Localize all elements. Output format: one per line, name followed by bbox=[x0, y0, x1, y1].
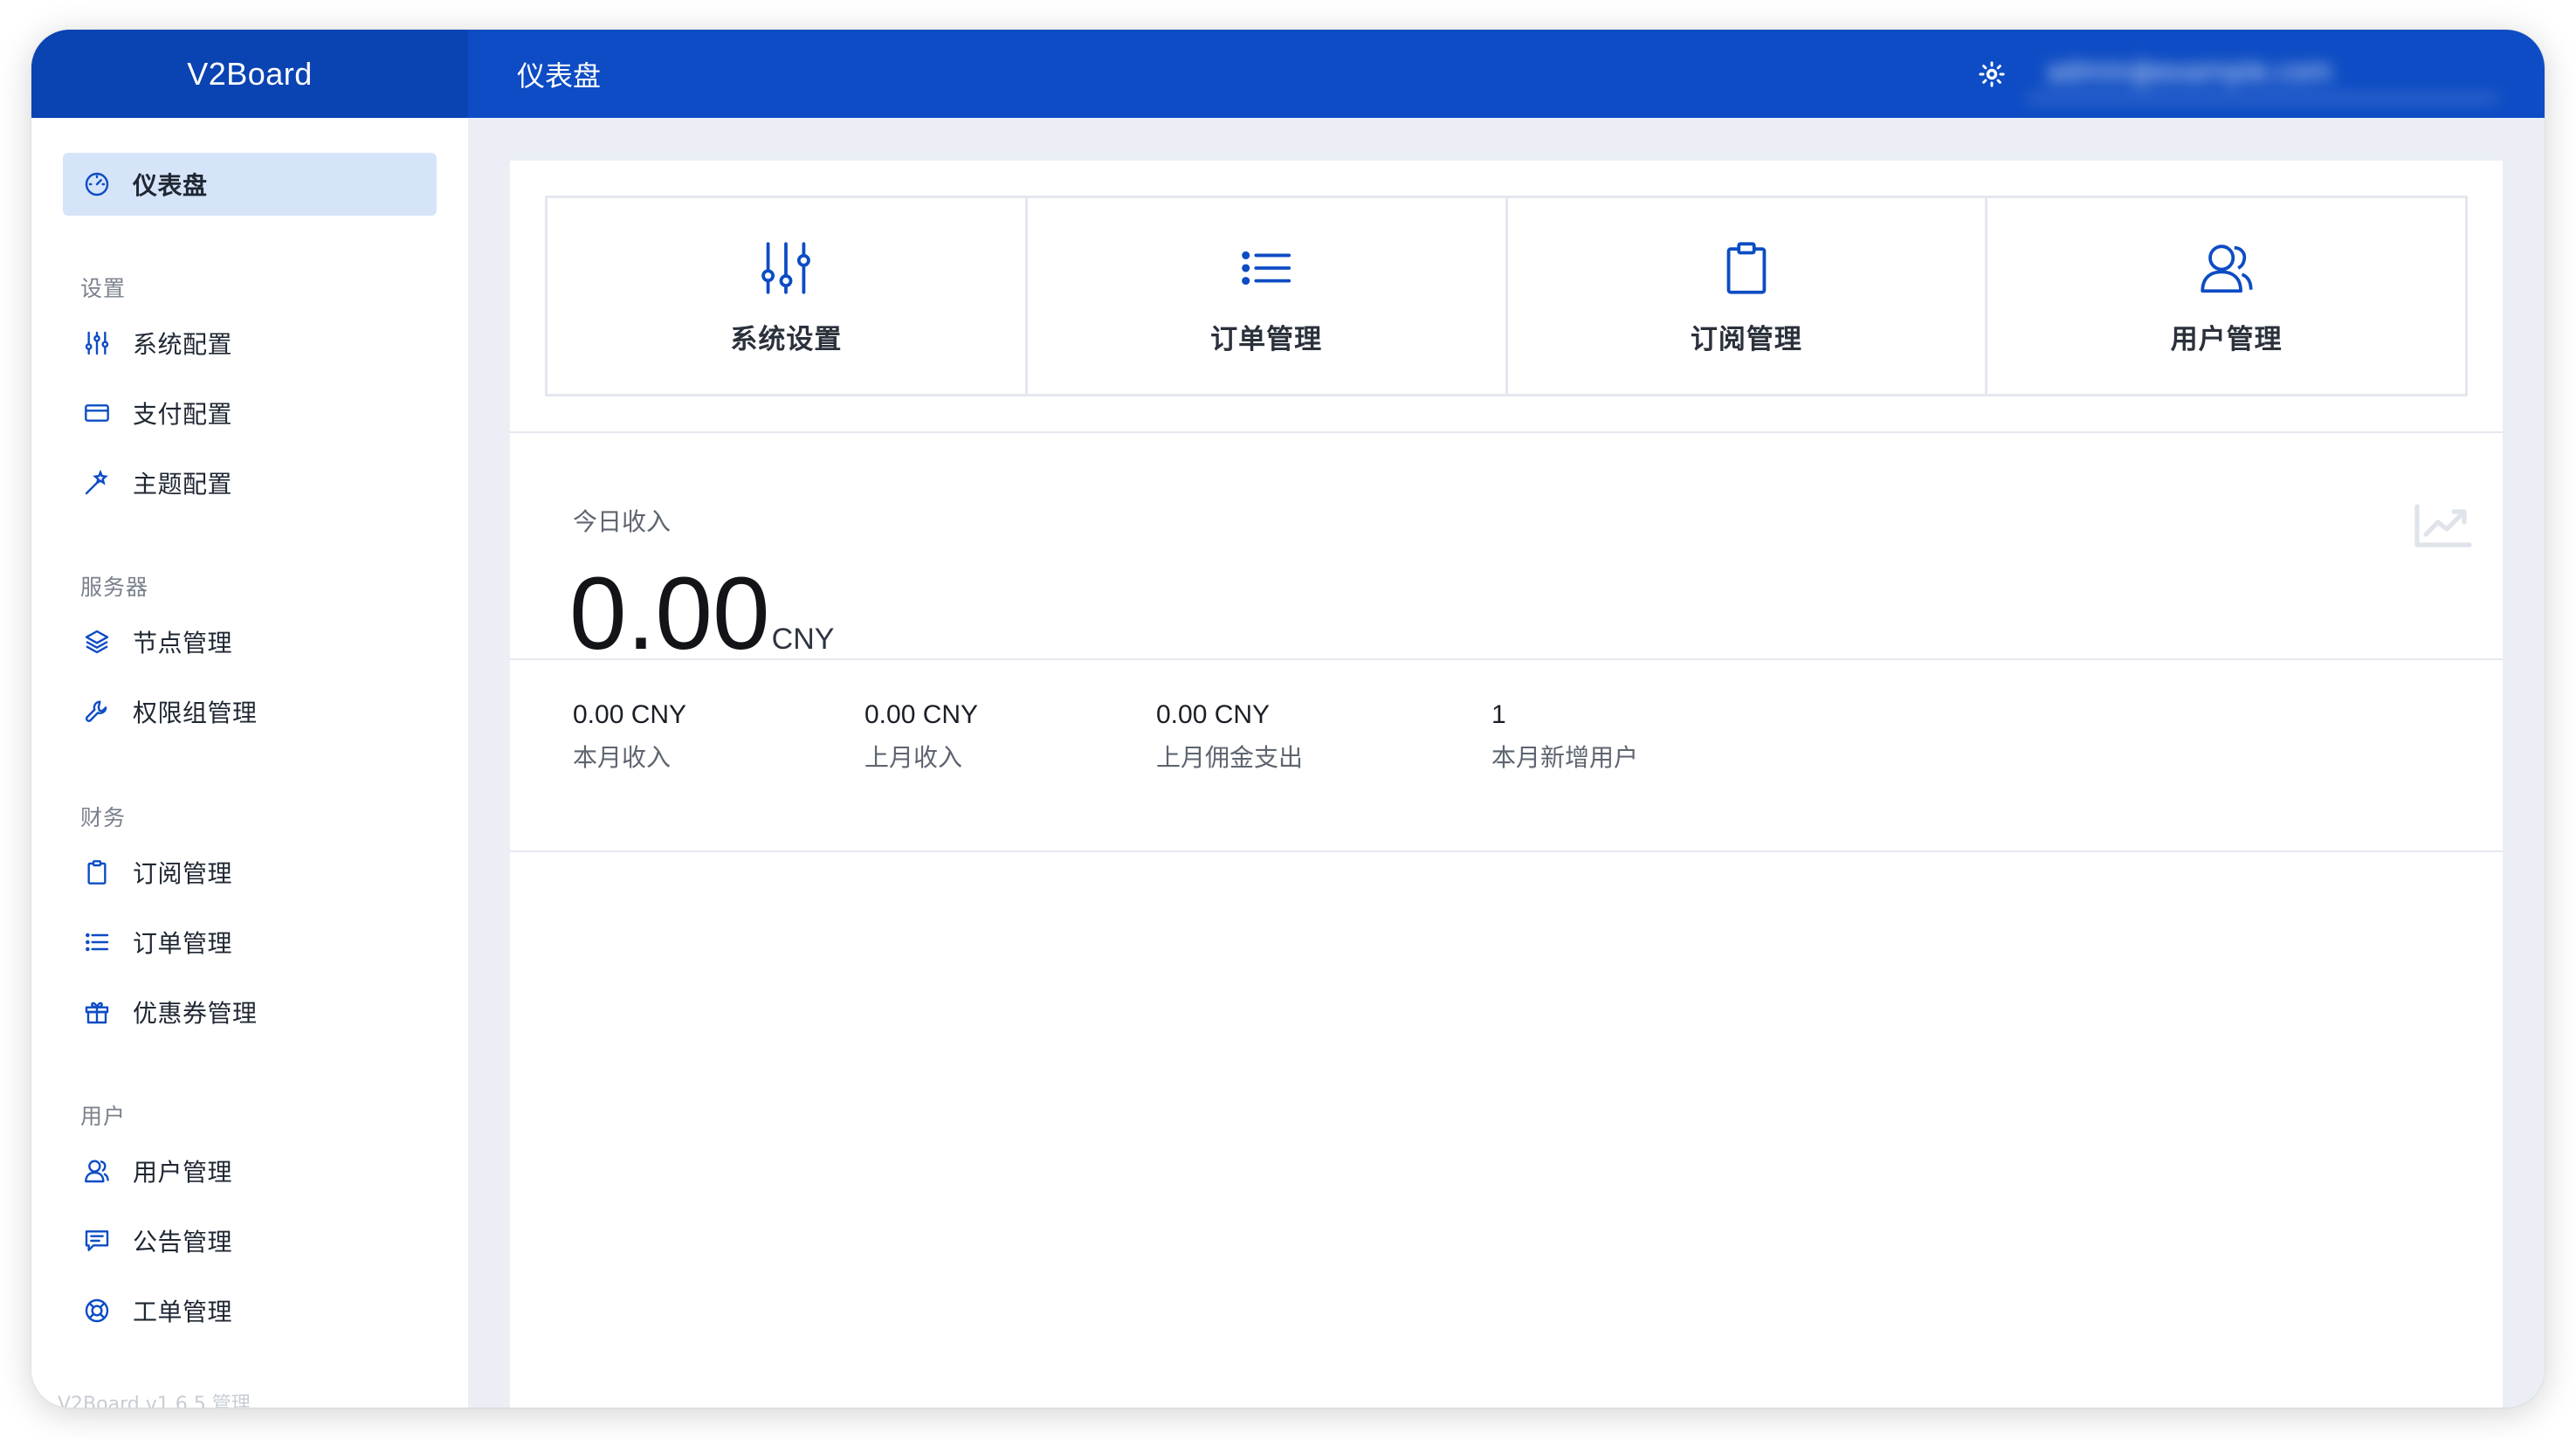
sidebar-item-label: 主题配置 bbox=[133, 470, 233, 499]
sidebar-item-label: 用户管理 bbox=[133, 1158, 233, 1187]
page-title: 仪表盘 bbox=[517, 59, 602, 93]
trend-up-icon bbox=[2412, 501, 2473, 550]
shortcut-users[interactable]: 用户管理 bbox=[1987, 198, 2465, 394]
brand-logo[interactable]: V2Board bbox=[31, 30, 468, 118]
gift-icon bbox=[80, 995, 114, 1029]
stat-label: 本月收入 bbox=[573, 743, 672, 772]
sidebar-item-theme-config[interactable]: 主题配置 bbox=[63, 451, 437, 514]
stat-value: 0.00 CNY bbox=[1156, 700, 1271, 729]
stat-last-month-commission: 0.00 CNY 上月佣金支出 bbox=[1156, 700, 1303, 774]
shortcut-grid: 系统设置 订单管理 订阅管理 用户管理 bbox=[545, 196, 2468, 396]
sliders-icon bbox=[80, 327, 114, 360]
shortcut-orders[interactable]: 订单管理 bbox=[1028, 198, 1508, 394]
sidebar-item-payment-config[interactable]: 支付配置 bbox=[63, 382, 437, 444]
sidebar-item-label: 优惠券管理 bbox=[133, 999, 258, 1028]
divider bbox=[510, 658, 2503, 660]
sidebar-item-label: 权限组管理 bbox=[133, 699, 258, 727]
user-menu[interactable]: admin@example.com bbox=[2026, 47, 2497, 100]
stat-label: 上月佣金支出 bbox=[1156, 743, 1304, 772]
sidebar-item-users[interactable]: 用户管理 bbox=[63, 1139, 437, 1202]
section-title-users: 用户 bbox=[80, 1104, 127, 1129]
sidebar-item-label: 订阅管理 bbox=[133, 859, 233, 888]
sidebar-item-label: 工单管理 bbox=[133, 1298, 233, 1326]
today-income-label: 今日收入 bbox=[573, 507, 672, 536]
shortcut-label: 系统设置 bbox=[730, 323, 843, 355]
list-icon bbox=[80, 926, 114, 959]
sun-icon bbox=[1979, 61, 2005, 87]
stat-new-users: 1 本月新增用户 bbox=[1491, 700, 1638, 774]
sidebar-item-label: 订单管理 bbox=[133, 929, 233, 958]
clipboard-icon bbox=[80, 856, 114, 889]
sidebar-item-label: 系统配置 bbox=[133, 330, 233, 359]
section-title-finance: 财务 bbox=[80, 805, 127, 830]
list-icon bbox=[1235, 237, 1298, 300]
layers-icon bbox=[80, 625, 114, 658]
today-income-value: 0.00 CNY bbox=[569, 562, 834, 665]
sidebar-item-orders[interactable]: 订单管理 bbox=[63, 911, 437, 974]
divider bbox=[510, 850, 2503, 852]
stat-value: 1 bbox=[1491, 700, 1506, 729]
credit-card-icon bbox=[80, 396, 114, 430]
clipboard-icon bbox=[1715, 237, 1778, 300]
magic-wand-icon bbox=[80, 466, 114, 499]
top-bar: V2Board 仪表盘 admin@example.com bbox=[31, 30, 2545, 118]
stat-value: 0.00 CNY bbox=[573, 700, 687, 729]
sliders-icon bbox=[754, 237, 817, 300]
shortcut-label: 订单管理 bbox=[1210, 323, 1323, 355]
sidebar-item-label: 支付配置 bbox=[133, 400, 233, 429]
sidebar-item-coupons[interactable]: 优惠券管理 bbox=[63, 981, 437, 1043]
stat-label: 上月收入 bbox=[864, 743, 963, 772]
dashboard-card: 系统设置 订单管理 订阅管理 用户管理 今日收入 0.00 CNY 0.00 C… bbox=[510, 161, 2503, 1408]
shortcut-subscriptions[interactable]: 订阅管理 bbox=[1508, 198, 1988, 394]
theme-toggle-button[interactable] bbox=[1973, 56, 2010, 93]
sidebar-item-permission-groups[interactable]: 权限组管理 bbox=[63, 680, 437, 743]
shortcut-label: 用户管理 bbox=[2170, 323, 2283, 355]
sidebar-item-dashboard[interactable]: 仪表盘 bbox=[63, 153, 437, 216]
shortcut-system-settings[interactable]: 系统设置 bbox=[548, 198, 1028, 394]
lifebuoy-icon bbox=[80, 1294, 114, 1327]
sidebar-footer: V2Board v1.6.5 管理 bbox=[58, 1394, 251, 1408]
today-income-amount: 0.00 bbox=[569, 556, 770, 671]
sidebar-item-label: 公告管理 bbox=[133, 1228, 233, 1257]
app-window: V2Board 仪表盘 admin@example.com 仪表盘 设置 系统配… bbox=[31, 30, 2545, 1408]
sidebar-item-label: 仪表盘 bbox=[133, 171, 208, 200]
stat-last-month-income: 0.00 CNY 上月收入 bbox=[864, 700, 978, 774]
shortcut-label: 订阅管理 bbox=[1690, 323, 1802, 355]
sidebar-item-label: 节点管理 bbox=[133, 629, 233, 658]
message-icon bbox=[80, 1224, 114, 1257]
stat-value: 0.00 CNY bbox=[864, 700, 979, 729]
sidebar-item-tickets[interactable]: 工单管理 bbox=[63, 1279, 437, 1342]
today-income-unit: CNY bbox=[771, 623, 835, 656]
sidebar-item-subscriptions[interactable]: 订阅管理 bbox=[63, 841, 437, 904]
users-icon bbox=[80, 1154, 114, 1188]
sidebar-item-notices[interactable]: 公告管理 bbox=[63, 1209, 437, 1272]
sidebar: 仪表盘 设置 系统配置 支付配置 主题配置 服务器 节点管理 权限组管理 财务 … bbox=[31, 118, 468, 1408]
stat-month-income: 0.00 CNY 本月收入 bbox=[573, 700, 686, 774]
wrench-icon bbox=[80, 695, 114, 728]
section-title-settings: 设置 bbox=[80, 276, 127, 301]
speedometer-icon bbox=[80, 168, 114, 201]
stat-label: 本月新增用户 bbox=[1491, 743, 1639, 772]
sidebar-item-nodes[interactable]: 节点管理 bbox=[63, 610, 437, 673]
users-icon bbox=[2195, 237, 2258, 300]
sidebar-item-system-config[interactable]: 系统配置 bbox=[63, 312, 437, 375]
divider bbox=[510, 431, 2503, 433]
section-title-server: 服务器 bbox=[80, 575, 149, 600]
